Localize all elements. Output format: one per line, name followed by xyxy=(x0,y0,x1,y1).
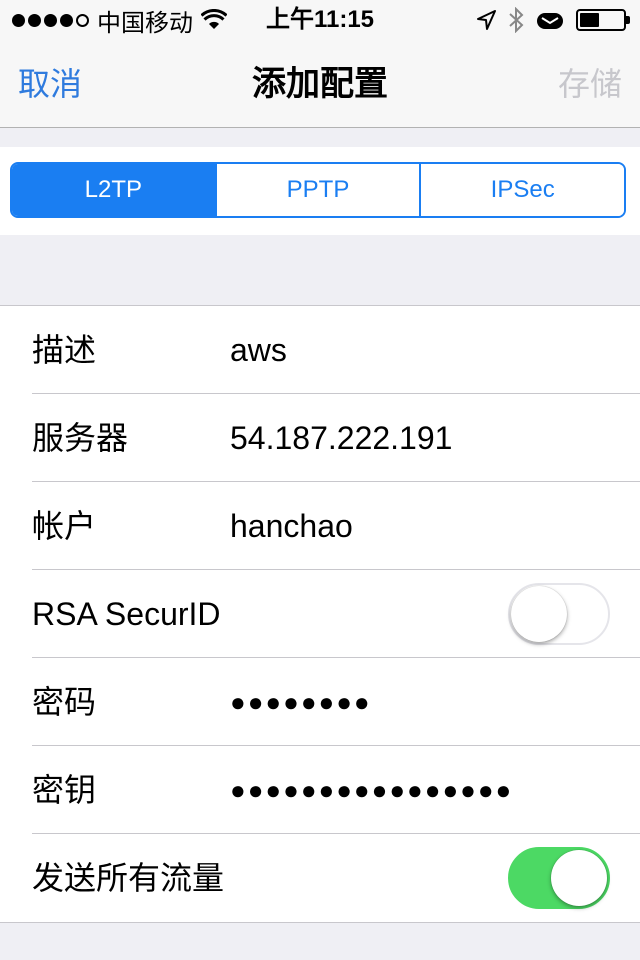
secret-field[interactable]: ●●●●●●●●●●●●●●●● xyxy=(230,746,513,834)
server-row[interactable]: 服务器 54.187.222.191 xyxy=(0,394,640,482)
toggle-knob xyxy=(551,850,607,906)
page-title: 添加配置 xyxy=(252,65,388,103)
location-arrow-icon xyxy=(477,10,496,30)
account-field[interactable]: hanchao xyxy=(230,482,353,570)
rsa-securid-label: RSA SecurID xyxy=(32,596,221,632)
rsa-securid-row: RSA SecurID xyxy=(0,570,640,658)
account-row[interactable]: 帐户 hanchao xyxy=(0,482,640,570)
battery-level xyxy=(580,13,599,27)
secret-label: 密钥 xyxy=(32,772,97,808)
mail-icon xyxy=(537,13,563,29)
vpn-type-section: L2TP PPTP IPSec xyxy=(0,147,640,235)
status-right xyxy=(476,0,630,40)
rsa-securid-toggle[interactable] xyxy=(508,583,610,645)
description-field[interactable]: aws xyxy=(230,306,287,394)
password-field[interactable]: ●●●●●●●● xyxy=(230,658,372,746)
send-all-traffic-row: 发送所有流量 xyxy=(0,834,640,922)
vpn-config-form: 描述 aws 服务器 54.187.222.191 帐户 hanchao RSA… xyxy=(0,305,640,923)
battery-icon xyxy=(576,9,630,31)
password-row[interactable]: 密码 ●●●●●●●● xyxy=(0,658,640,746)
bluetooth-icon xyxy=(509,7,524,33)
status-bar: 中国移动 上午11:15 xyxy=(0,0,640,40)
server-label: 服务器 xyxy=(32,420,129,456)
toggle-knob xyxy=(511,586,567,642)
navigation-bar: 取消 添加配置 存储 xyxy=(0,40,640,128)
description-row[interactable]: 描述 aws xyxy=(0,306,640,394)
server-field[interactable]: 54.187.222.191 xyxy=(230,394,452,482)
vpn-type-segmented-control: L2TP PPTP IPSec xyxy=(10,162,626,218)
account-label: 帐户 xyxy=(32,508,97,544)
segment-l2tp[interactable]: L2TP xyxy=(12,164,215,216)
description-label: 描述 xyxy=(32,332,97,368)
save-button[interactable]: 存储 xyxy=(558,40,622,128)
password-label: 密码 xyxy=(32,684,97,720)
send-all-traffic-toggle[interactable] xyxy=(508,847,610,909)
secret-row[interactable]: 密钥 ●●●●●●●●●●●●●●●● xyxy=(0,746,640,834)
segment-pptp[interactable]: PPTP xyxy=(214,164,420,216)
send-all-traffic-label: 发送所有流量 xyxy=(32,860,225,896)
segment-ipsec[interactable]: IPSec xyxy=(419,164,624,216)
